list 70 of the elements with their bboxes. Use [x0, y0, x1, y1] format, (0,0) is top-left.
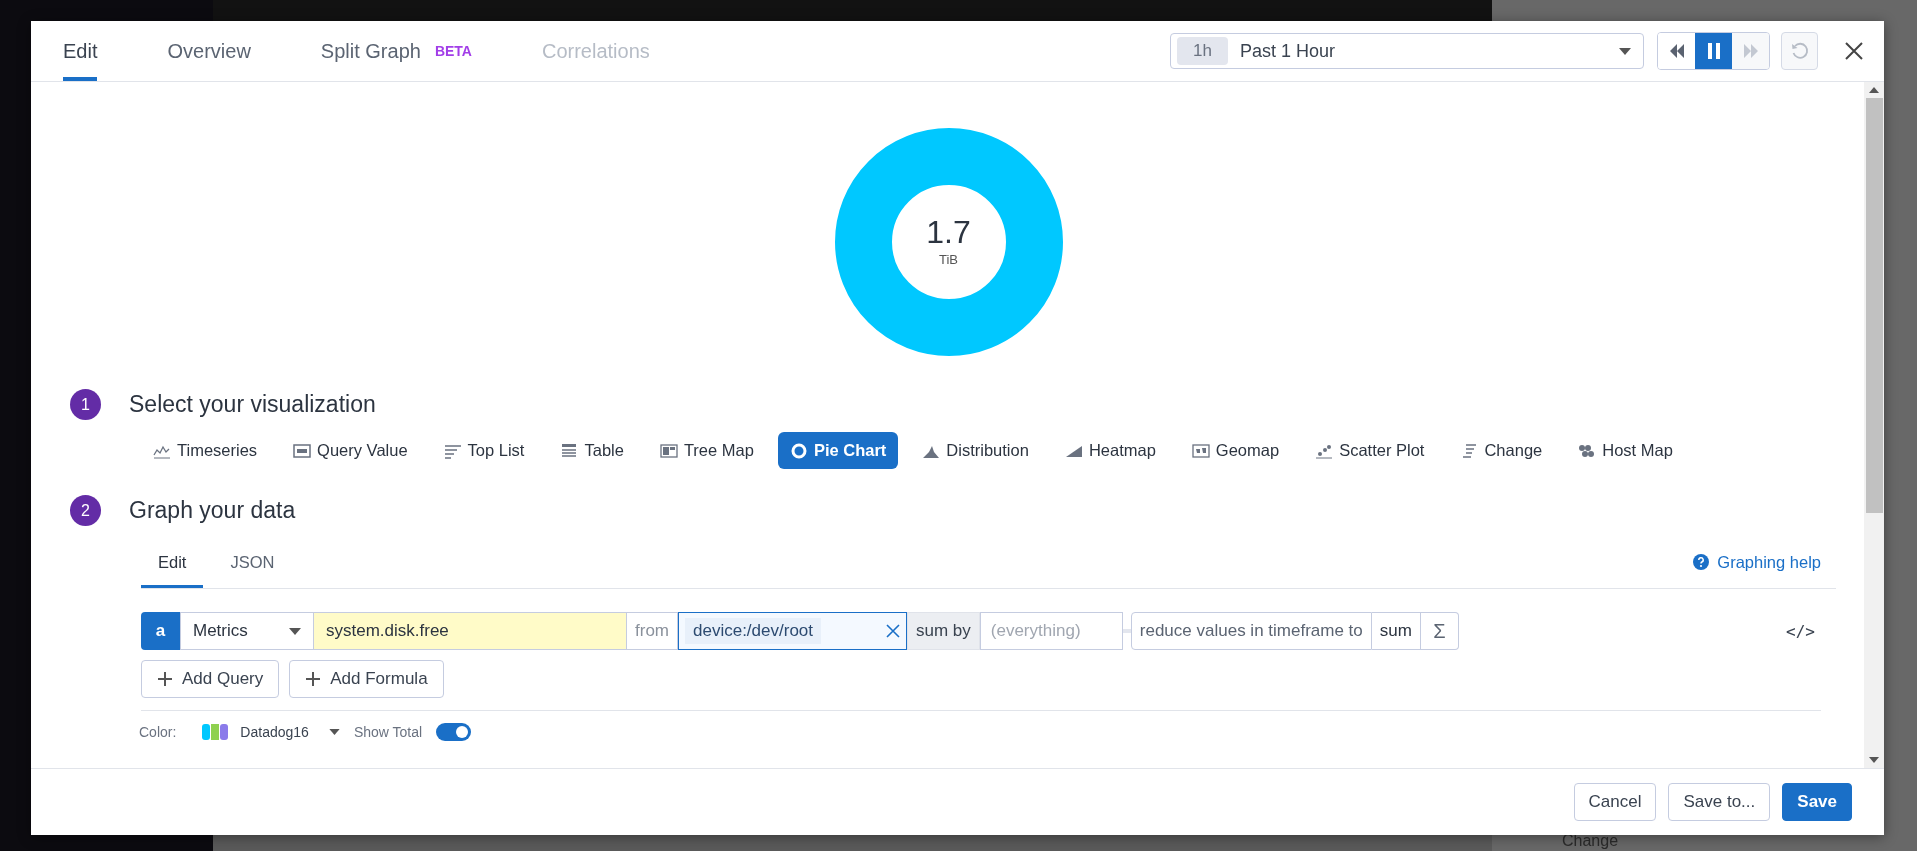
metric-field[interactable]: system.disk.free	[314, 612, 627, 650]
time-chip: 1h	[1177, 37, 1228, 65]
visualization-option[interactable]: Tree Map	[647, 432, 766, 469]
scroll-up-icon[interactable]	[1869, 87, 1879, 93]
total-value: 1.7	[926, 216, 971, 248]
total-unit: TiB	[939, 252, 958, 267]
footer-button[interactable]: Save to...	[1668, 783, 1771, 821]
visualization-option[interactable]: Geomap	[1179, 432, 1292, 469]
close-icon[interactable]	[1844, 41, 1864, 61]
editor-tab[interactable]: JSON	[213, 536, 292, 588]
show-total-label: Show Total	[353, 724, 423, 740]
code-toggle-button[interactable]: </>	[1780, 612, 1821, 650]
tab[interactable]: Overview	[167, 21, 251, 81]
query-letter: a	[141, 612, 180, 650]
data-source-select[interactable]: Metrics	[180, 612, 314, 650]
save-button[interactable]: Save	[1782, 783, 1852, 821]
beta-label: BETA	[434, 43, 472, 59]
visualization-option[interactable]: Timeseries	[141, 432, 270, 469]
visualization-option[interactable]: Change	[1448, 432, 1555, 469]
sum-by-label: sum by	[907, 612, 980, 650]
tab[interactable]: Split Graph BETA	[320, 21, 472, 81]
scrollbar[interactable]	[1864, 82, 1884, 768]
tab[interactable]: Edit	[63, 21, 98, 81]
table-icon	[560, 442, 579, 459]
step-number: 2	[70, 495, 101, 526]
reset-icon	[1789, 41, 1810, 61]
group-by-field[interactable]: (everything)	[979, 612, 1123, 650]
step-title: Graph your data	[129, 497, 296, 524]
add-button[interactable]: Add Formula	[289, 660, 444, 698]
help-icon	[1693, 554, 1710, 570]
caret-icon	[289, 627, 301, 635]
plus-icon	[305, 671, 322, 687]
filter-field[interactable]: device:/dev/root	[678, 612, 907, 650]
plus-icon	[157, 671, 173, 687]
clear-icon[interactable]	[886, 624, 900, 638]
palette-select[interactable]: Datadog16	[202, 724, 340, 740]
fast-forward-icon	[1742, 44, 1759, 58]
visualization-option[interactable]: Top List	[431, 432, 537, 469]
footer-button[interactable]: Cancel	[1573, 783, 1657, 821]
pie-icon	[789, 442, 808, 459]
visualization-option[interactable]: Pie Chart	[777, 432, 899, 469]
step-number: 1	[70, 389, 101, 420]
editor-tab[interactable]: Edit	[141, 536, 204, 588]
toplist-icon	[443, 442, 462, 459]
rewind-icon	[1668, 44, 1685, 58]
caret-icon	[1619, 47, 1631, 55]
palette-swatch-icon	[202, 724, 229, 740]
visualization-option[interactable]: Query Value	[281, 432, 420, 469]
time-range-label: Past 1 Hour	[1239, 40, 1336, 62]
function-button[interactable]: Σ	[1420, 612, 1459, 650]
visualization-option[interactable]: Table	[548, 432, 636, 469]
pause-button[interactable]	[1695, 33, 1732, 69]
panel-item: Change	[1562, 832, 1619, 850]
step-title: Select your visualization	[129, 391, 376, 418]
pause-icon	[1706, 43, 1721, 59]
visualization-option[interactable]: Scatter Plot	[1303, 432, 1437, 469]
treemap-icon	[659, 442, 678, 459]
time-range-select[interactable]: 1h Past 1 Hour	[1170, 33, 1644, 69]
visualization-option[interactable]: Heatmap	[1052, 432, 1168, 469]
caret-icon	[328, 729, 340, 735]
graphing-help-link[interactable]: Graphing help	[1693, 552, 1821, 572]
scroll-down-icon[interactable]	[1869, 757, 1879, 763]
add-button[interactable]: Add Query	[141, 660, 280, 698]
scatter-icon	[1315, 442, 1334, 459]
reduce-label: reduce values in timeframe to	[1130, 612, 1372, 650]
reduce-select[interactable]: sum	[1371, 612, 1421, 650]
color-label: Color:	[139, 724, 177, 740]
visualization-option[interactable]: Distribution	[910, 432, 1041, 469]
visualization-option[interactable]: Host Map	[1566, 432, 1685, 469]
show-total-toggle[interactable]	[436, 723, 472, 741]
